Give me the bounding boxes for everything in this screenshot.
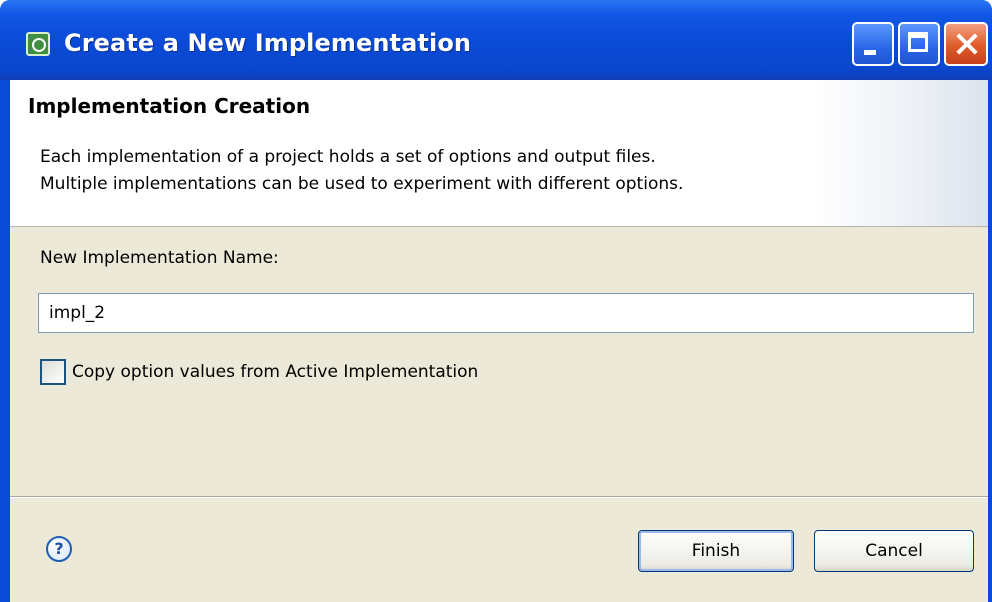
footer-separator xyxy=(10,496,988,498)
window-title: Create a New Implementation xyxy=(64,29,472,57)
copy-options-row[interactable]: Copy option values from Active Implement… xyxy=(40,357,478,387)
copy-options-label[interactable]: Copy option values from Active Implement… xyxy=(72,362,478,382)
page-description-line-2: Multiple implementations can be used to … xyxy=(40,174,684,194)
close-button[interactable] xyxy=(944,22,988,66)
dialog-window: Create a New Implementation Implementati… xyxy=(0,0,992,602)
wizard-header: Implementation Creation Each implementat… xyxy=(10,80,988,227)
title-bar[interactable]: Create a New Implementation xyxy=(0,0,992,80)
implementation-name-label: New Implementation Name: xyxy=(40,248,279,268)
dialog-body: Implementation Creation Each implementat… xyxy=(10,80,988,602)
maximize-button[interactable] xyxy=(898,22,940,66)
app-icon xyxy=(26,32,50,56)
implementation-name-input[interactable] xyxy=(38,293,974,333)
help-icon[interactable]: ? xyxy=(46,536,72,562)
copy-options-checkbox[interactable] xyxy=(40,359,66,385)
finish-button[interactable]: Finish xyxy=(638,530,794,572)
minimize-button[interactable] xyxy=(852,22,894,66)
cancel-button[interactable]: Cancel xyxy=(814,530,974,572)
page-title: Implementation Creation xyxy=(28,94,311,118)
page-description-line-1: Each implementation of a project holds a… xyxy=(40,147,656,167)
